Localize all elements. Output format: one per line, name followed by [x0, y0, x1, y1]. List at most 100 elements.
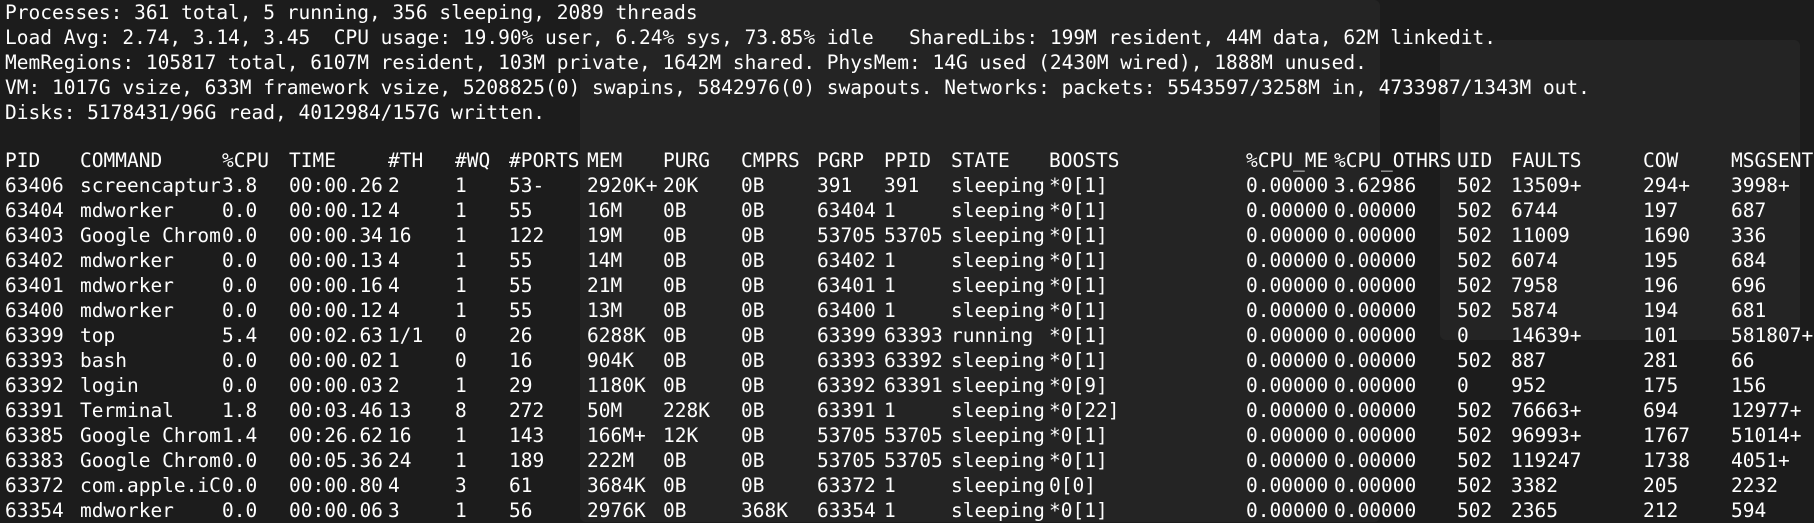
- cell-pct-cpu-othrs: 3.62986: [1334, 174, 1417, 197]
- cell-time: 00:00.06: [289, 499, 383, 522]
- cell-pid: 63391: [5, 399, 64, 422]
- cell-boosts: *0[1]: [1049, 199, 1108, 222]
- cell-num-th: 2: [388, 174, 400, 197]
- cell-pct-cpu: 0.0: [222, 349, 258, 372]
- cell-pct-cpu-othrs: 0.00000: [1334, 199, 1417, 222]
- cell-command: login: [80, 374, 139, 397]
- cell-cmprs: 0B: [741, 224, 765, 247]
- cell-uid: 502: [1457, 299, 1493, 322]
- cell-cmprs: 0B: [741, 174, 765, 197]
- cell-num-th: 4: [388, 299, 400, 322]
- cell-boosts: *0[1]: [1049, 349, 1108, 372]
- cell-num-th: 4: [388, 474, 400, 497]
- cell-mem: 2976K: [587, 499, 646, 522]
- cell-state: sleeping: [951, 499, 1045, 522]
- cell-uid: 0: [1457, 324, 1469, 347]
- cell-mem: 3684K: [587, 474, 646, 497]
- cell-time: 00:00.03: [289, 374, 383, 397]
- cell-msgsent: 336: [1731, 224, 1767, 247]
- cell-ppid: 53705: [884, 224, 943, 247]
- cell-pct-cpu: 5.4: [222, 324, 258, 347]
- cell-pct-cpu-othrs: 0.00000: [1334, 374, 1417, 397]
- cell-mem: 13M: [587, 299, 623, 322]
- column-header-boosts: BOOSTS: [1049, 149, 1120, 172]
- cell-ppid: 63393: [884, 324, 943, 347]
- cell-purg: 20K: [663, 174, 699, 197]
- cell-cmprs: 0B: [741, 249, 765, 272]
- cell-faults: 13509+: [1511, 174, 1582, 197]
- cell-pct-cpu-me: 0.00000: [1246, 324, 1329, 347]
- column-header-cmprs: CMPRS: [741, 149, 800, 172]
- cell-mem: 19M: [587, 224, 623, 247]
- cell-msgsent: 3998+: [1731, 174, 1790, 197]
- cell-pct-cpu-me: 0.00000: [1246, 249, 1329, 272]
- cell-faults: 11009: [1511, 224, 1570, 247]
- cell-mem: 904K: [587, 349, 634, 372]
- cell-boosts: 0[0]: [1049, 474, 1096, 497]
- cell-pgrp: 63391: [817, 399, 876, 422]
- cell-cow: 194: [1643, 299, 1679, 322]
- column-header-time: TIME: [289, 149, 336, 172]
- cell-msgsent: 687: [1731, 199, 1767, 222]
- column-header-ppid: PPID: [884, 149, 931, 172]
- cell-num-wq: 1: [455, 374, 467, 397]
- cell-pct-cpu-othrs: 0.00000: [1334, 424, 1417, 447]
- cell-mem: 50M: [587, 399, 623, 422]
- cell-num-th: 2: [388, 374, 400, 397]
- cell-pid: 63393: [5, 349, 64, 372]
- cell-faults: 2365: [1511, 499, 1558, 522]
- cell-boosts: *0[9]: [1049, 374, 1108, 397]
- cell-pgrp: 391: [817, 174, 853, 197]
- column-header-cow: COW: [1643, 149, 1679, 172]
- cell-purg: 0B: [663, 449, 687, 472]
- cell-cmprs: 0B: [741, 374, 765, 397]
- column-header-state: STATE: [951, 149, 1010, 172]
- cell-pct-cpu: 0.0: [222, 299, 258, 322]
- cell-pct-cpu-me: 0.00000: [1246, 174, 1329, 197]
- cell-boosts: *0[1]: [1049, 424, 1108, 447]
- cell-purg: 0B: [663, 349, 687, 372]
- cell-ppid: 1: [884, 499, 896, 522]
- cell-uid: 0: [1457, 374, 1469, 397]
- cell-cow: 294+: [1643, 174, 1690, 197]
- cell-ppid: 53705: [884, 449, 943, 472]
- column-header-pct-cpu-me: %CPU_ME: [1246, 149, 1329, 172]
- summary-vm: VM: 1017G vsize, 633M framework vsize, 5…: [5, 76, 1590, 99]
- cell-msgsent: 2232: [1731, 474, 1778, 497]
- cell-faults: 6074: [1511, 249, 1558, 272]
- cell-cmprs: 0B: [741, 199, 765, 222]
- cell-mem: 14M: [587, 249, 623, 272]
- cell-pgrp: 63392: [817, 374, 876, 397]
- cell-pct-cpu-othrs: 0.00000: [1334, 224, 1417, 247]
- cell-num-ports: 189: [509, 449, 545, 472]
- cell-pct-cpu-me: 0.00000: [1246, 374, 1329, 397]
- cell-faults: 14639+: [1511, 324, 1582, 347]
- cell-num-ports: 55: [509, 199, 533, 222]
- cell-cmprs: 0B: [741, 324, 765, 347]
- column-header-pct-cpu: %CPU: [222, 149, 269, 172]
- cell-purg: 0B: [663, 199, 687, 222]
- cell-pct-cpu: 0.0: [222, 249, 258, 272]
- cell-uid: 502: [1457, 249, 1493, 272]
- cell-msgsent: 681: [1731, 299, 1767, 322]
- cell-uid: 502: [1457, 174, 1493, 197]
- cell-cow: 196: [1643, 274, 1679, 297]
- cell-faults: 119247: [1511, 449, 1582, 472]
- cell-faults: 96993+: [1511, 424, 1582, 447]
- cell-boosts: *0[1]: [1049, 499, 1108, 522]
- cell-command: screencaptur: [80, 174, 220, 197]
- cell-num-wq: 3: [455, 474, 467, 497]
- cell-pgrp: 53705: [817, 224, 876, 247]
- cell-time: 00:00.80: [289, 474, 383, 497]
- cell-purg: 12K: [663, 424, 699, 447]
- cell-boosts: *0[1]: [1049, 249, 1108, 272]
- cell-cmprs: 0B: [741, 349, 765, 372]
- terminal-window[interactable]: Processes: 361 total, 5 running, 356 sle…: [0, 0, 1814, 522]
- cell-command: Google Chrom: [80, 449, 220, 472]
- cell-pct-cpu-me: 0.00000: [1246, 474, 1329, 497]
- cell-pct-cpu-me: 0.00000: [1246, 349, 1329, 372]
- cell-num-ports: 143: [509, 424, 545, 447]
- cell-num-ports: 55: [509, 274, 533, 297]
- column-header-uid: UID: [1457, 149, 1493, 172]
- cell-pct-cpu-othrs: 0.00000: [1334, 349, 1417, 372]
